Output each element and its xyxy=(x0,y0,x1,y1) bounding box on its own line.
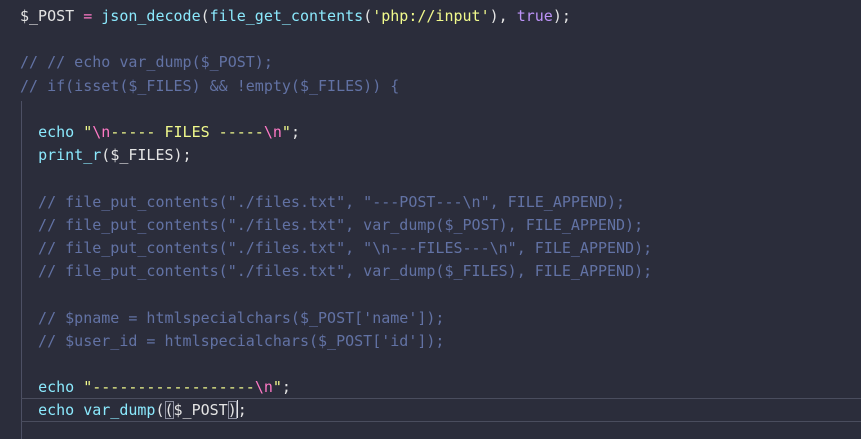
code-token: \n xyxy=(254,378,273,397)
code-token: " xyxy=(272,378,282,397)
code-line[interactable]: // if(isset($_FILES) && !empty($_FILES))… xyxy=(0,75,861,98)
code-line[interactable]: // // echo var_dump($_POST); xyxy=(0,51,861,74)
code-line-text: echo "------------------\n"; xyxy=(20,376,291,399)
code-line[interactable] xyxy=(0,28,861,51)
code-line-text: // $pname = htmlspecialchars($_POST['nam… xyxy=(20,307,444,330)
code-line-text: // file_put_contents("./files.txt", var_… xyxy=(20,260,652,283)
code-line-text: $_POST = json_decode(file_get_contents('… xyxy=(20,5,571,28)
code-line-text: echo var_dump(($_POST); xyxy=(20,399,247,422)
code-token: ; xyxy=(281,378,291,397)
code-line[interactable] xyxy=(0,353,861,376)
code-line[interactable]: $_POST = json_decode(file_get_contents('… xyxy=(0,5,861,28)
code-line-text: // file_put_contents("./files.txt", "---… xyxy=(20,191,625,214)
code-token: // $user_id = htmlspecialchars($_POST['i… xyxy=(20,331,445,350)
code-token: // file_put_contents("./files.txt", var_… xyxy=(20,215,644,234)
code-token: $_FILES xyxy=(110,146,174,165)
code-token: file_get_contents xyxy=(209,7,364,25)
code-line-text: // file_put_contents("./files.txt", "\n-… xyxy=(20,237,652,260)
code-token: // if(isset($_FILES) && !empty($_FILES))… xyxy=(20,76,400,95)
code-token: // // echo var_dump($_POST); xyxy=(20,53,273,72)
code-token: ); xyxy=(173,146,192,165)
code-line-text: print_r($_FILES); xyxy=(20,144,192,167)
code-token: echo xyxy=(38,378,75,397)
code-token: // file_put_contents("./files.txt", "---… xyxy=(20,192,626,211)
code-line[interactable]: print_r($_FILES); xyxy=(0,144,861,167)
matched-bracket: ) xyxy=(227,401,237,420)
code-line[interactable]: // file_put_contents("./files.txt", "\n-… xyxy=(0,237,861,260)
code-line-text: // $user_id = htmlspecialchars($_POST['i… xyxy=(20,330,444,353)
code-line[interactable]: // $pname = htmlspecialchars($_POST['nam… xyxy=(0,307,861,330)
code-token: " xyxy=(281,123,291,141)
code-token: // file_put_contents("./files.txt", "\n-… xyxy=(20,239,653,257)
code-token: var_dump xyxy=(83,401,156,420)
code-token: echo xyxy=(38,401,75,420)
code-token: json_decode xyxy=(101,7,201,25)
code-line[interactable]: // file_put_contents("./files.txt", "---… xyxy=(0,191,861,214)
code-token: ; xyxy=(237,401,247,420)
code-token: ; xyxy=(290,123,300,141)
code-token: ), xyxy=(489,7,517,25)
code-token: ( xyxy=(101,146,111,165)
code-line-text: // if(isset($_FILES) && !empty($_FILES))… xyxy=(20,75,399,98)
code-line[interactable] xyxy=(0,283,861,306)
code-line[interactable] xyxy=(0,98,861,121)
code-token: \n xyxy=(263,123,282,141)
code-line[interactable]: echo var_dump(($_POST); xyxy=(0,399,861,422)
matched-bracket: ( xyxy=(164,401,174,420)
code-token: ( xyxy=(155,401,165,420)
code-token: $_POST xyxy=(20,7,75,25)
code-token: print_r xyxy=(38,146,102,165)
code-token: true xyxy=(516,7,553,25)
code-line[interactable]: // file_put_contents("./files.txt", var_… xyxy=(0,260,861,283)
code-token: "------------------ xyxy=(83,378,255,397)
code-token: 'php://input' xyxy=(372,7,490,25)
code-token: echo xyxy=(38,123,75,141)
code-token: \n xyxy=(92,123,111,141)
code-line[interactable]: // file_put_contents("./files.txt", var_… xyxy=(0,214,861,237)
code-token: " xyxy=(83,123,93,141)
code-token: // file_put_contents("./files.txt", var_… xyxy=(20,262,653,281)
code-token: ); xyxy=(552,7,571,25)
code-line[interactable] xyxy=(0,167,861,190)
code-line[interactable]: echo "\n----- FILES -----\n"; xyxy=(0,121,861,144)
code-token: $_POST xyxy=(173,401,228,420)
code-line[interactable]: echo "------------------\n"; xyxy=(0,376,861,399)
code-token: // $pname = htmlspecialchars($_POST['nam… xyxy=(20,308,445,327)
code-line-text: echo "\n----- FILES -----\n"; xyxy=(20,121,300,144)
code-token: ----- FILES ----- xyxy=(110,123,264,141)
code-token: ( xyxy=(200,7,210,25)
code-line[interactable]: // $user_id = htmlspecialchars($_POST['i… xyxy=(0,330,861,353)
code-line-text: // // echo var_dump($_POST); xyxy=(20,51,273,74)
code-token: = xyxy=(83,7,93,25)
code-token: ( xyxy=(363,7,373,25)
code-editor[interactable]: $_POST = json_decode(file_get_contents('… xyxy=(0,0,861,439)
code-line-text: // file_put_contents("./files.txt", var_… xyxy=(20,214,643,237)
